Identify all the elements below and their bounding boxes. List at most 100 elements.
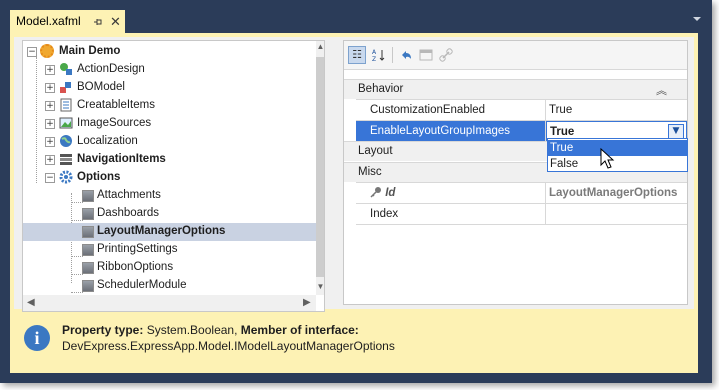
property-name: EnableLayoutGroupImages	[356, 121, 546, 141]
tree-node-label: PrintingSettings	[97, 243, 178, 255]
tree-node-label: NavigationItems	[77, 153, 166, 165]
link-icon[interactable]	[437, 46, 455, 64]
editor-panels: − Main Demo + ActionDesign + BOModel + C…	[14, 37, 694, 312]
info-icon: i	[24, 325, 50, 351]
tree-node-options[interactable]: − Options	[23, 169, 316, 187]
property-name: CustomizationEnabled	[356, 100, 546, 120]
expand-icon[interactable]: +	[45, 101, 55, 111]
property-row-id[interactable]: Id LayoutManagerOptions	[356, 182, 687, 203]
scroll-down-icon[interactable]: ▼	[316, 282, 324, 291]
tree-node-label: Options	[77, 171, 121, 183]
expand-icon[interactable]: +	[45, 119, 55, 129]
navigation-icon	[59, 152, 73, 166]
tree-node-scheduler-module[interactable]: SchedulerModule	[23, 277, 316, 295]
globe-icon	[59, 134, 73, 148]
scroll-left-icon[interactable]: ◀	[27, 297, 35, 308]
property-name: Index	[356, 204, 546, 224]
node-square-icon	[82, 190, 94, 202]
gear-orange-icon	[40, 44, 54, 58]
property-value: LayoutManagerOptions	[549, 187, 678, 199]
tree-node-label: RibbonOptions	[97, 261, 174, 273]
tree-node-label: LayoutManagerOptions	[97, 225, 226, 237]
toolbar-separator	[392, 47, 393, 63]
tree-node-printing-settings[interactable]: PrintingSettings	[23, 241, 316, 259]
expand-icon[interactable]: +	[45, 83, 55, 93]
window-icon[interactable]	[417, 46, 435, 64]
property-row-customization-enabled[interactable]: CustomizationEnabled True	[356, 99, 687, 120]
tree-horizontal-scrollbar[interactable]: ◀ ▶	[23, 295, 316, 311]
collapse-icon[interactable]: −	[45, 173, 55, 183]
tree-node-creatable-items[interactable]: + CreatableItems	[23, 97, 316, 115]
tree-node-label: BOModel	[77, 81, 125, 93]
property-grid[interactable]: ☷ AZ Behavior ︽ CustomizationEnabled Tru…	[343, 40, 688, 305]
expand-icon[interactable]: +	[45, 155, 55, 165]
tree-node-label: ActionDesign	[77, 63, 145, 75]
tree-node-label: ImageSources	[77, 117, 152, 129]
description-panel: i Property type: System.Boolean, Member …	[20, 316, 680, 362]
categorized-view-icon[interactable]: ☷	[348, 46, 366, 64]
tree-node-attachments[interactable]: Attachments	[23, 187, 316, 205]
scroll-right-icon[interactable]: ▶	[303, 297, 311, 308]
svg-text:A: A	[372, 49, 377, 56]
tree-node-navigation-items[interactable]: + NavigationItems	[23, 151, 316, 169]
property-type-label: Property type:	[62, 323, 144, 337]
tree-node-label: CreatableItems	[77, 99, 155, 111]
property-value[interactable]: True	[546, 100, 687, 120]
property-type-value: System.Boolean,	[146, 323, 238, 337]
scroll-thumb[interactable]	[316, 57, 324, 277]
tab-title: Model.xafml	[16, 14, 81, 28]
category-behavior[interactable]: Behavior ︽	[344, 79, 687, 99]
dropdown-chevron-down-icon[interactable]: ▼	[668, 124, 684, 139]
undo-icon[interactable]	[397, 46, 415, 64]
tree-node-image-sources[interactable]: + ImageSources	[23, 115, 316, 133]
node-square-icon	[82, 280, 94, 292]
svg-text:Z: Z	[372, 56, 376, 62]
property-value: True	[550, 126, 575, 138]
model-editor-window: Model.xafml ✕ − Main Demo + ActionDesign…	[0, 0, 712, 383]
tab-menu-chevron-down-icon[interactable]	[693, 17, 701, 21]
dropdown-option-false[interactable]: False	[548, 156, 687, 172]
node-square-icon	[82, 262, 94, 274]
tree-node-label: Localization	[77, 135, 138, 147]
expand-icon[interactable]: +	[45, 137, 55, 147]
category-label: Behavior	[358, 83, 404, 95]
creatable-items-icon	[59, 98, 73, 112]
category-label: Layout	[358, 145, 393, 157]
tree-node-main-demo[interactable]: − Main Demo	[23, 43, 316, 61]
image-sources-icon	[59, 116, 73, 130]
editor-content: − Main Demo + ActionDesign + BOModel + C…	[10, 33, 698, 373]
expand-icon[interactable]: +	[45, 65, 55, 75]
property-name: Id	[385, 187, 396, 199]
tree-vertical-scrollbar[interactable]: ▲ ▼	[316, 41, 324, 295]
property-grid-toolbar: ☷ AZ	[344, 41, 687, 70]
tree-node-label: Dashboards	[97, 207, 160, 219]
close-tab-icon[interactable]: ✕	[110, 10, 121, 33]
member-of-interface-label: Member of interface:	[240, 323, 359, 337]
model-tree[interactable]: − Main Demo + ActionDesign + BOModel + C…	[22, 40, 325, 312]
collapse-category-icon[interactable]: ︽	[656, 82, 667, 98]
mouse-cursor-icon	[600, 148, 615, 169]
collapse-icon[interactable]: −	[27, 47, 37, 57]
tree-node-action-design[interactable]: + ActionDesign	[23, 61, 316, 79]
tree-node-bomodel[interactable]: + BOModel	[23, 79, 316, 97]
gear-blue-icon	[59, 170, 73, 184]
tree-node-dashboards[interactable]: Dashboards	[23, 205, 316, 223]
boolean-dropdown-list[interactable]: True False	[547, 138, 688, 172]
action-design-icon	[59, 62, 73, 76]
tree-node-layout-manager-options[interactable]: LayoutManagerOptions	[23, 223, 316, 241]
scroll-up-icon[interactable]: ▲	[316, 42, 324, 51]
alphabetical-sort-icon[interactable]: AZ	[370, 46, 388, 64]
property-value[interactable]	[546, 204, 687, 224]
property-row-index[interactable]: Index	[356, 203, 687, 225]
tree-node-ribbon-options[interactable]: RibbonOptions	[23, 259, 316, 277]
bomodel-icon	[59, 80, 73, 94]
node-square-icon	[82, 226, 94, 238]
document-tab-bar: Model.xafml ✕	[0, 0, 712, 33]
key-icon	[370, 187, 381, 198]
tree-node-localization[interactable]: + Localization	[23, 133, 316, 151]
tab-model-xafml[interactable]: Model.xafml ✕	[10, 10, 125, 33]
tree-node-label: SchedulerModule	[97, 279, 187, 291]
description-text: Property type: System.Boolean, Member of…	[62, 322, 395, 354]
node-square-icon	[82, 208, 94, 220]
dropdown-option-true[interactable]: True	[548, 140, 687, 156]
